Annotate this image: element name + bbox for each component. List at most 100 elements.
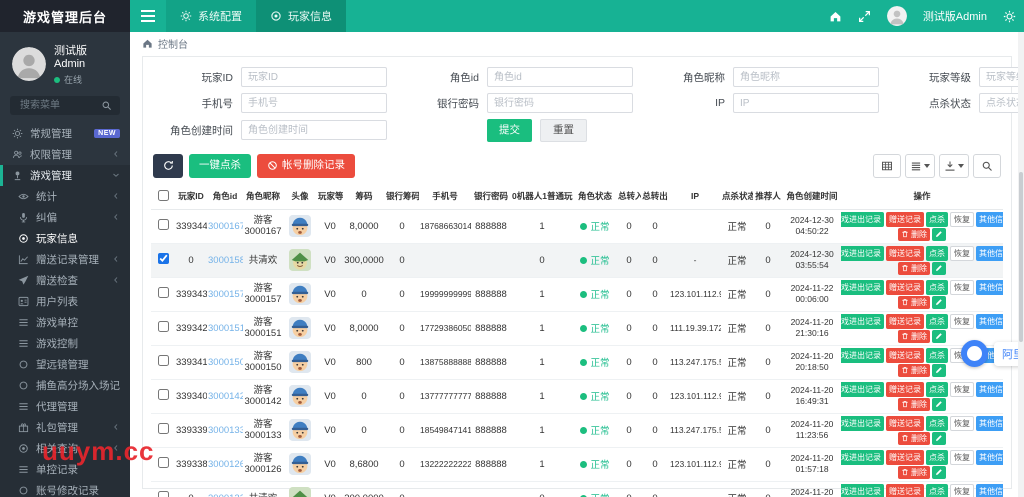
column-header[interactable]: 手机号	[419, 183, 471, 210]
aliyun-icon[interactable]	[961, 340, 988, 367]
kill-button[interactable]: 点杀	[926, 449, 948, 465]
filter-input[interactable]	[733, 93, 879, 113]
sidebar-item[interactable]: 统计	[0, 186, 130, 207]
toggle-view-button[interactable]	[873, 153, 901, 178]
role-id-link[interactable]: 3000157	[208, 289, 243, 300]
gift-log-button[interactable]: 赠送记录	[886, 483, 924, 497]
column-header[interactable]: 角色id	[207, 183, 243, 210]
other-info-button[interactable]: 其他信息	[976, 483, 1003, 497]
restore-button[interactable]: 恢复	[950, 381, 974, 397]
edit-button[interactable]	[932, 397, 946, 411]
column-header[interactable]: 点杀状态	[721, 183, 753, 210]
restore-button[interactable]: 恢复	[950, 279, 974, 295]
kill-button[interactable]: 点杀	[926, 415, 948, 431]
column-header[interactable]: 操作	[841, 183, 1003, 210]
sidebar-item[interactable]: 代理管理	[0, 396, 130, 417]
column-header[interactable]: 玩家等级	[317, 183, 343, 210]
gift-log-button[interactable]: 赠送记录	[886, 381, 924, 397]
restore-button[interactable]: 恢复	[950, 415, 974, 431]
column-header[interactable]: 总转出	[641, 183, 669, 210]
settings-gear-icon[interactable]	[1003, 10, 1016, 23]
row-checkbox[interactable]	[157, 389, 169, 400]
gift-log-button[interactable]: 赠送记录	[886, 347, 924, 363]
other-info-button[interactable]: 其他信息	[976, 211, 1003, 227]
search-icon[interactable]	[101, 100, 112, 111]
gift-log-button[interactable]: 赠送记录	[886, 313, 924, 329]
kill-button[interactable]: 点杀	[926, 381, 948, 397]
edit-button[interactable]	[932, 227, 946, 241]
sidebar-item[interactable]: 望远镜管理	[0, 354, 130, 375]
filter-input[interactable]	[733, 67, 879, 87]
row-checkbox[interactable]	[157, 423, 169, 434]
other-info-button[interactable]: 其他信息	[976, 279, 1003, 295]
role-id-link[interactable]: 3000133	[208, 425, 243, 436]
sidebar-item[interactable]: 游戏单控	[0, 312, 130, 333]
kill-button[interactable]: 点杀	[926, 313, 948, 329]
delete-button[interactable]: 删除	[898, 363, 930, 377]
sidebar-item[interactable]: 相关查询	[0, 438, 130, 459]
game-log-button[interactable]: 游戏进出记录	[841, 415, 884, 431]
other-info-button[interactable]: 其他信息	[976, 313, 1003, 329]
delete-button[interactable]: 删除	[898, 261, 930, 275]
restore-button[interactable]: 恢复	[950, 483, 974, 497]
sidebar-item[interactable]: 用户列表	[0, 291, 130, 312]
row-checkbox[interactable]	[157, 253, 169, 264]
kill-button[interactable]: 点杀	[926, 279, 948, 295]
row-checkbox[interactable]	[157, 457, 169, 468]
columns-button[interactable]	[905, 153, 935, 178]
column-header[interactable]: 角色昵称	[243, 183, 283, 210]
home-icon[interactable]	[829, 10, 842, 23]
column-header[interactable]: 筹码	[343, 183, 385, 210]
filter-input[interactable]	[241, 67, 387, 87]
restore-button[interactable]: 恢复	[950, 211, 974, 227]
role-id-link[interactable]: 3000167	[208, 221, 243, 232]
filter-input[interactable]	[487, 93, 633, 113]
column-header[interactable]: 角色状态	[573, 183, 617, 210]
game-log-button[interactable]: 游戏进出记录	[841, 245, 884, 261]
gift-log-button[interactable]: 赠送记录	[886, 245, 924, 261]
role-id-link[interactable]: 3000158	[208, 255, 243, 266]
row-checkbox[interactable]	[157, 321, 169, 332]
submit-button[interactable]: 提交	[487, 119, 532, 142]
delete-button[interactable]: 删除	[898, 329, 930, 343]
reset-button[interactable]: 重置	[540, 119, 587, 142]
edit-button[interactable]	[932, 465, 946, 479]
delete-button[interactable]: 删除	[898, 295, 930, 309]
avatar[interactable]	[12, 47, 46, 81]
row-checkbox[interactable]	[157, 491, 169, 497]
scrollbar-thumb[interactable]	[1019, 172, 1023, 342]
row-checkbox[interactable]	[157, 219, 169, 230]
delete-button[interactable]: 删除	[898, 465, 930, 479]
kill-button[interactable]: 点杀	[926, 245, 948, 261]
header-username[interactable]: 测试版Admin	[923, 8, 987, 24]
refresh-button[interactable]	[153, 153, 183, 178]
gift-log-button[interactable]: 赠送记录	[886, 211, 924, 227]
kill-button[interactable]: 点杀	[926, 211, 948, 227]
sidebar-item[interactable]: 权限管理	[0, 144, 130, 165]
column-header[interactable]: 推荐人	[753, 183, 783, 210]
column-header[interactable]: 头像	[283, 183, 317, 210]
search-toggle-button[interactable]	[973, 153, 1001, 178]
other-info-button[interactable]: 其他信息	[976, 415, 1003, 431]
account-delete-records-button[interactable]: 帐号删除记录	[257, 153, 355, 178]
delete-button[interactable]: 删除	[898, 431, 930, 445]
column-header[interactable]: 角色创建时间	[783, 183, 841, 210]
sidebar-item[interactable]: 常规管理 NEW	[0, 123, 130, 144]
select-all-checkbox[interactable]	[157, 189, 169, 201]
export-button[interactable]	[939, 153, 969, 178]
role-id-link[interactable]: 3000151	[208, 323, 243, 334]
sidebar-item[interactable]: 礼包管理	[0, 417, 130, 438]
column-header[interactable]: 总转入	[617, 183, 641, 210]
game-log-button[interactable]: 游戏进出记录	[841, 313, 884, 329]
sidebar-item[interactable]: 捕鱼高分场入场记录	[0, 375, 130, 396]
fullscreen-icon[interactable]	[858, 10, 871, 23]
filter-input[interactable]	[241, 120, 387, 141]
role-id-link[interactable]: 3000142	[208, 391, 243, 402]
kill-all-button[interactable]: 一键点杀	[189, 153, 251, 178]
sidebar-item[interactable]: 游戏控制	[0, 333, 130, 354]
top-tab-0[interactable]: 系统配置	[166, 0, 256, 32]
sidebar-toggle-button[interactable]	[130, 0, 166, 32]
sidebar-item[interactable]: 单控记录	[0, 459, 130, 480]
top-tab-1[interactable]: 玩家信息	[256, 0, 346, 32]
other-info-button[interactable]: 其他信息	[976, 381, 1003, 397]
